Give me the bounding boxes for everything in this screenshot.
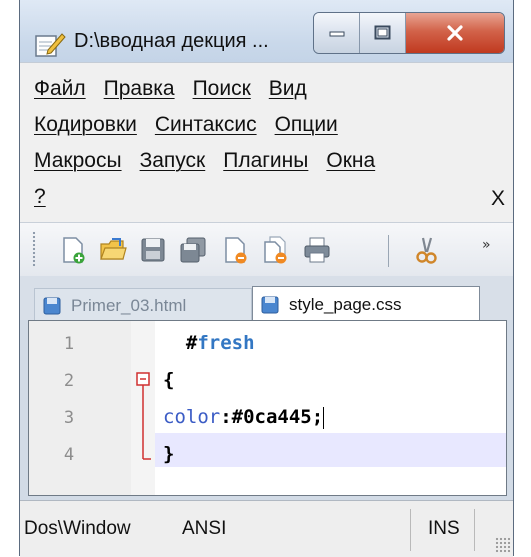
maximize-button[interactable]: [360, 13, 406, 53]
code-line-3: color:#0ca445;: [163, 406, 325, 429]
close-document-button[interactable]: X: [491, 187, 505, 211]
fold-margin: [131, 321, 155, 495]
css-selector-hash: #: [185, 332, 198, 354]
code-line-4: }: [163, 443, 174, 465]
menu-options[interactable]: Опции: [275, 113, 338, 137]
css-close-brace: }: [163, 443, 175, 465]
menu-row-2: Кодировки Синтаксис Опции: [34, 113, 356, 151]
notepadpp-window: D:\вводная декция ... Файл Правка Поиск Вид…: [19, 0, 514, 557]
code-editor[interactable]: 1 2 3 4 #fresh { color:#0ca445; }: [28, 320, 507, 496]
cut-icon[interactable]: [410, 235, 440, 265]
code-line-2: {: [163, 369, 174, 391]
toolbar-grip[interactable]: [32, 231, 36, 267]
code-line-1: #fresh: [163, 332, 255, 354]
menu-window[interactable]: Окна: [326, 149, 375, 173]
window-title: D:\вводная декция ...: [74, 30, 269, 52]
menu-syntax[interactable]: Синтаксис: [155, 113, 257, 137]
tab-style-page-css[interactable]: style_page.css: [252, 286, 480, 322]
menu-view[interactable]: Вид: [269, 77, 307, 101]
status-divider: [410, 509, 411, 551]
menu-search[interactable]: Поиск: [193, 77, 251, 101]
status-bar: Dos\Window ANSI INS: [20, 500, 513, 557]
maximize-icon: [374, 25, 390, 40]
toolbar-separator: [388, 235, 389, 267]
menu-row-1: Файл Правка Поиск Вид: [34, 77, 325, 115]
status-encoding[interactable]: ANSI: [182, 501, 226, 557]
menu-plugins[interactable]: Плагины: [223, 149, 308, 173]
save-all-icon[interactable]: [178, 235, 208, 265]
tab-label: style_page.css: [289, 294, 402, 314]
current-line-highlight: [155, 433, 506, 467]
saved-file-icon: [43, 297, 61, 314]
close-icon: [447, 25, 463, 41]
menu-encoding[interactable]: Кодировки: [34, 113, 137, 137]
menu-bar: Файл Правка Поиск Вид Кодировки Синтаксис Опц…: [20, 62, 513, 223]
toolbar: »: [20, 222, 513, 278]
menu-run[interactable]: Запуск: [140, 149, 206, 173]
toolbar-overflow-chevron[interactable]: »: [482, 237, 491, 253]
close-button[interactable]: [406, 13, 504, 53]
close-file-icon[interactable]: [220, 235, 250, 265]
text-caret: [323, 406, 325, 429]
notepad-edit-icon: [35, 33, 66, 57]
line-number: 4: [63, 445, 75, 465]
tab-label: Primer_03.html: [71, 295, 187, 315]
minimize-icon: [329, 31, 344, 37]
css-selector-name: fresh: [197, 332, 255, 354]
open-file-icon[interactable]: [98, 235, 128, 265]
saved-file-icon: [261, 296, 279, 313]
menu-row-4: ?: [34, 185, 64, 223]
line-number: 3: [63, 408, 75, 428]
status-divider: [474, 509, 475, 551]
new-file-icon[interactable]: [58, 235, 88, 265]
caption-buttons: [313, 12, 505, 54]
css-property: color: [163, 406, 221, 428]
resize-grip[interactable]: [495, 537, 511, 553]
menu-macros[interactable]: Макросы: [34, 149, 122, 173]
line-number: 1: [63, 334, 75, 354]
save-icon[interactable]: [138, 235, 168, 265]
menu-help[interactable]: ?: [34, 185, 46, 209]
css-open-brace: {: [163, 369, 175, 391]
menu-edit[interactable]: Правка: [104, 77, 175, 101]
fold-minus-icon[interactable]: [131, 321, 155, 491]
tab-primer-03-html[interactable]: Primer_03.html: [34, 288, 252, 322]
status-insert-mode[interactable]: INS: [428, 501, 460, 557]
menu-row-3: Макросы Запуск Плагины Окна: [34, 149, 393, 187]
status-eol-format[interactable]: Dos\Window: [24, 501, 131, 557]
menu-file[interactable]: Файл: [34, 77, 86, 101]
print-icon[interactable]: [302, 235, 332, 265]
close-all-icon[interactable]: [260, 235, 290, 265]
line-number: 2: [63, 371, 75, 391]
minimize-button[interactable]: [314, 13, 360, 53]
css-value: :#0ca445;: [220, 406, 324, 428]
line-number-gutter: 1 2 3 4: [29, 321, 131, 495]
tab-bar: Primer_03.html style_page.css: [20, 276, 513, 322]
